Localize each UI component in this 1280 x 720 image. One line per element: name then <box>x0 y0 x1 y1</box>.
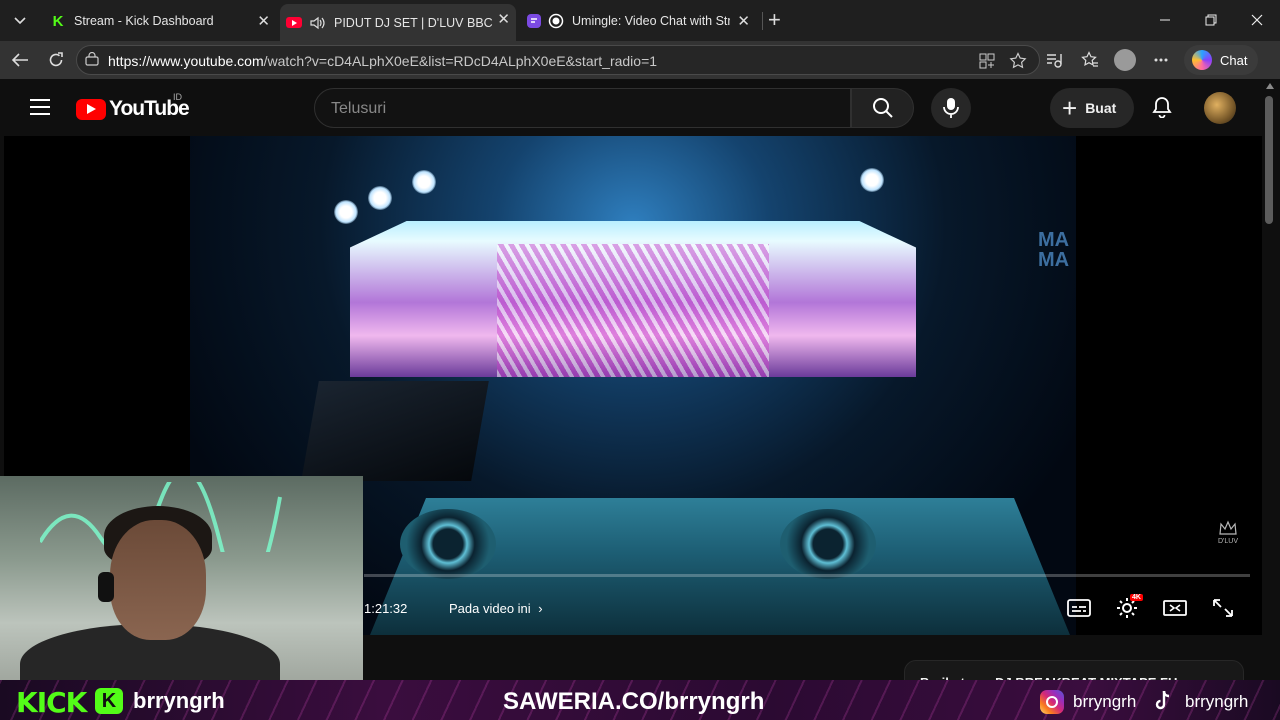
tab-title: Stream - Kick Dashboard <box>74 14 214 28</box>
led-screen <box>350 220 916 377</box>
url-path: /watch?v=cD4ALphX0eE&list=RDcD4ALphX0eE&… <box>263 53 658 69</box>
stage-sign-text: MA MA <box>1038 229 1070 271</box>
search-button[interactable] <box>851 88 914 128</box>
kick-logo: KICK <box>16 686 87 719</box>
headset <box>98 572 114 602</box>
webcam-overlay <box>0 476 363 686</box>
create-label: Buat <box>1085 100 1117 116</box>
watermark-text: D'LUV <box>1217 538 1238 545</box>
stream-banner: KICK K brryngrh SAWERIA.CO/brryngrh brry… <box>0 680 1280 720</box>
tab-umingle[interactable]: Umingle: Video Chat with Strangers ✕ <box>520 6 756 36</box>
site-info-icon[interactable] <box>85 52 99 66</box>
favorite-star-icon[interactable] <box>1009 52 1027 70</box>
time-display: 1:21:32 <box>364 601 408 616</box>
app-available-icon[interactable] <box>979 53 995 69</box>
theater-mode-icon[interactable] <box>1162 596 1188 620</box>
speaker-icon[interactable] <box>310 16 326 30</box>
favorites-icon[interactable] <box>1081 51 1099 69</box>
kick-badge-icon: K <box>95 688 123 714</box>
create-button[interactable]: + Buat <box>1050 88 1134 128</box>
chevron-right-icon: › <box>538 601 543 616</box>
chevron-down-icon <box>14 17 26 25</box>
search-input[interactable]: Telusuri <box>314 88 851 128</box>
profile-avatar[interactable] <box>1114 49 1136 71</box>
search-placeholder: Telusuri <box>331 100 387 117</box>
tiktok-username: brryngrh <box>1185 692 1249 711</box>
tab-kick-dashboard[interactable]: K Stream - Kick Dashboard ✕ <box>44 6 276 36</box>
copilot-chat-button[interactable]: Chat <box>1184 45 1258 75</box>
media-control-icon[interactable] <box>1045 51 1063 69</box>
refresh-icon[interactable] <box>48 52 64 68</box>
new-tab-button[interactable]: + <box>768 8 781 32</box>
record-icon <box>548 13 564 29</box>
saweria-link: SAWERIA.CO/brryngrh <box>503 688 765 715</box>
instagram-username: brryngrh <box>1073 692 1137 711</box>
close-tab-icon[interactable]: ✕ <box>737 12 750 30</box>
guide-menu-icon[interactable] <box>30 99 50 115</box>
youtube-play-icon <box>76 98 106 120</box>
youtube-logo[interactable]: YouTube ID <box>76 92 190 121</box>
voice-search-button[interactable] <box>931 88 971 128</box>
plus-icon: + <box>1062 93 1078 123</box>
copilot-icon <box>1192 50 1212 70</box>
streamer-face <box>110 520 206 640</box>
speaker-cabinet <box>301 381 489 481</box>
tab-title: Umingle: Video Chat with Strangers <box>572 14 730 28</box>
page-scrollbar[interactable] <box>1262 80 1280 720</box>
more-options-icon[interactable] <box>1154 58 1168 62</box>
url-text: https://www.youtube.com/watch?v=cD4ALphX… <box>108 53 657 69</box>
scroll-up-icon[interactable] <box>1266 83 1274 89</box>
youtube-masthead: YouTube ID Telusuri + Buat <box>4 80 1262 136</box>
back-icon[interactable] <box>11 52 29 68</box>
umingle-favicon <box>527 14 541 28</box>
browser-tabstrip: K Stream - Kick Dashboard ✕ PIDUT DJ SET… <box>0 0 1280 41</box>
quality-badge: 4K <box>1130 594 1143 601</box>
tab-title: PIDUT DJ SET | D'LUV BBC - YouTube <box>334 15 494 30</box>
stage-light <box>334 200 358 224</box>
scrollbar-thumb[interactable] <box>1265 96 1273 224</box>
search-bar: Telusuri <box>314 88 914 128</box>
tab-youtube-active[interactable]: PIDUT DJ SET | D'LUV BBC - YouTube ✕ <box>280 4 516 41</box>
progress-bar[interactable] <box>364 574 1250 577</box>
crown-icon <box>1219 520 1237 535</box>
tab-separator <box>762 12 763 30</box>
close-tab-icon[interactable]: ✕ <box>497 10 510 28</box>
chapter-label: Pada video ini <box>449 601 531 616</box>
subtitles-icon[interactable] <box>1066 596 1092 620</box>
close-tab-icon[interactable]: ✕ <box>257 12 270 30</box>
notifications-bell-icon[interactable] <box>1152 96 1172 118</box>
url-host: https://www.youtube.com <box>108 53 264 69</box>
country-code: ID <box>173 92 182 102</box>
stage-light <box>412 170 436 194</box>
close-window-icon[interactable] <box>1251 14 1263 26</box>
account-avatar[interactable] <box>1204 92 1236 124</box>
jog-wheel-left <box>400 509 496 579</box>
stage-light <box>860 168 884 192</box>
chapter-button[interactable]: Pada video ini › <box>449 601 543 616</box>
browser-toolbar: https://www.youtube.com/watch?v=cD4ALphX… <box>0 41 1280 79</box>
tab-actions-menu[interactable] <box>6 8 34 34</box>
tiktok-icon <box>1155 690 1170 710</box>
address-bar[interactable]: https://www.youtube.com/watch?v=cD4ALphX… <box>76 45 1040 75</box>
channel-watermark[interactable]: D'LUV <box>1216 520 1240 550</box>
search-icon <box>873 98 893 118</box>
fullscreen-icon[interactable] <box>1210 596 1236 620</box>
minimize-icon[interactable] <box>1159 14 1171 26</box>
instagram-icon <box>1040 690 1064 714</box>
kick-username: brryngrh <box>133 688 225 713</box>
copilot-label: Chat <box>1220 52 1248 68</box>
youtube-favicon <box>286 17 302 28</box>
microphone-icon <box>943 98 959 118</box>
jog-wheel-right <box>780 509 876 579</box>
restore-icon[interactable] <box>1205 14 1217 26</box>
kick-favicon: K <box>50 13 66 30</box>
stage-light <box>368 186 392 210</box>
